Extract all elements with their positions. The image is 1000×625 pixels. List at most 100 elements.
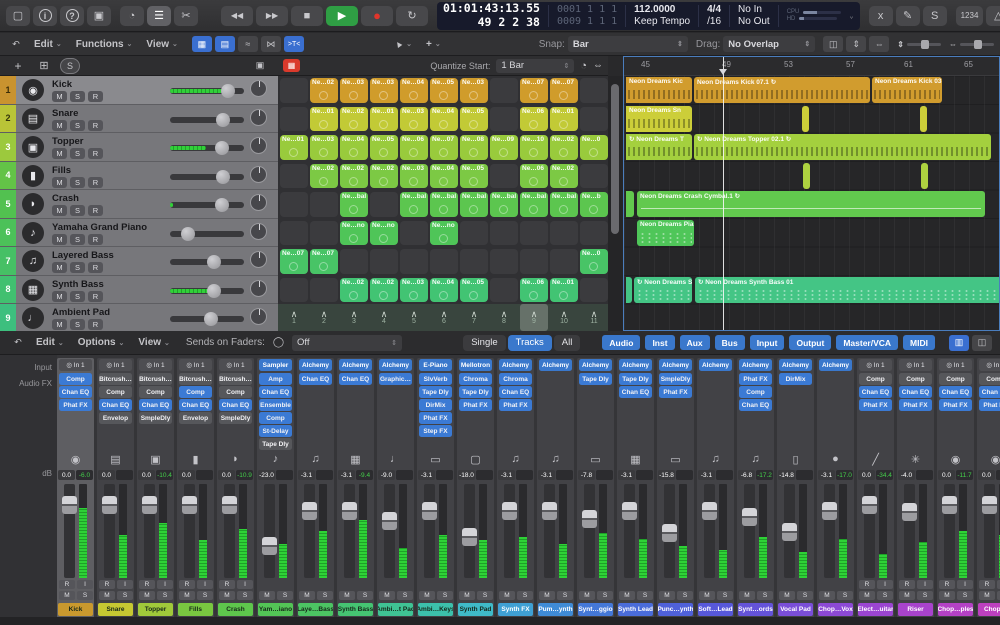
channel-name-plate[interactable]: Chop…Vox [818, 603, 853, 616]
inspector-icon[interactable]: i [33, 5, 57, 26]
track-pan-knob[interactable] [250, 108, 267, 126]
solo-button[interactable]: S [237, 591, 253, 600]
channel-name-plate[interactable]: Kick [58, 603, 93, 616]
track-header-fills[interactable]: 4 ▮ Fills M S R [0, 161, 278, 190]
sends-mode-menu[interactable]: Off ⇕ [292, 334, 403, 351]
fx-slot-dirmix[interactable]: DirMix [419, 399, 452, 411]
loop-cell[interactable]: Ne…05 [460, 106, 488, 131]
fx-slot-phat-fx[interactable]: Phat FX [899, 399, 932, 411]
secondary-tool-menu[interactable]: + ⌄ [426, 39, 441, 50]
fx-slot-tape-dly[interactable]: Tape Dly [459, 386, 492, 398]
m-button[interactable]: M [52, 119, 67, 131]
channel-name-plate[interactable]: Elect…uitar [858, 603, 893, 616]
channel-strip-chop-ples[interactable]: ◎ In 1 Comp Chan EQ Phat FX ◉ 0.0 -11.7 R I M S Cho… [937, 358, 974, 618]
empty-cell-slot[interactable] [580, 277, 608, 302]
fx-slot-chan-eq[interactable]: Chan EQ [179, 399, 212, 411]
m-button[interactable]: M [52, 205, 67, 216]
loop-cell[interactable]: Ne…01 [280, 135, 308, 160]
empty-cell-slot[interactable] [490, 277, 518, 302]
solo-button[interactable]: S [757, 591, 773, 600]
input-slot[interactable]: ◎ In 1 [939, 359, 972, 371]
empty-cell-slot[interactable] [280, 106, 308, 131]
filter-midi[interactable]: MIDI [903, 335, 935, 350]
loop-cell[interactable]: Ne…04 [430, 277, 458, 302]
solo-button[interactable]: S [557, 591, 573, 600]
mute-button[interactable]: M [939, 591, 955, 600]
solo-button[interactable]: S [117, 591, 133, 600]
loop-cell[interactable]: Ne…04 [430, 106, 458, 131]
r-button[interactable]: R [88, 91, 103, 102]
loop-cell[interactable]: Ne…03 [370, 78, 398, 103]
loop-cell[interactable]: Ne…09 [490, 135, 518, 160]
fader-lane[interactable] [302, 484, 317, 578]
input-monitor-button[interactable]: I [877, 580, 893, 589]
region-neon-dreams-crash-cymbal-1-[interactable]: Neon Dreams Crash Cymbal.1 ↻ [637, 191, 985, 217]
fx-slot-chan-eq[interactable]: Chan EQ [339, 373, 372, 385]
channel-name-plate[interactable]: Soft…Lead [698, 603, 733, 616]
solo-button[interactable]: S [157, 591, 173, 600]
quick-help-icon[interactable]: ? [60, 5, 84, 26]
mute-button[interactable]: M [419, 591, 435, 600]
track-volume-thumb[interactable] [180, 226, 195, 241]
solo-button[interactable]: S [277, 591, 293, 600]
fader-lane[interactable] [942, 484, 957, 578]
fader-db-value[interactable]: -7.8 [578, 470, 595, 480]
channel-strip-vocal-pad[interactable]: Alchemy DirMix ▯ -14.8 M S Vocal Pad [777, 358, 814, 618]
scene-trigger-6[interactable]: ∧ 6 [430, 304, 458, 331]
count-in-button[interactable]: 1234 [955, 5, 984, 26]
header-view-icon[interactable]: ▣ [250, 58, 270, 74]
loop-cell[interactable]: Ne…bal [550, 192, 578, 217]
fader-db-value[interactable]: -4.0 [898, 470, 915, 480]
fader-cap[interactable] [662, 524, 677, 543]
mute-button[interactable]: M [779, 591, 795, 600]
duplicate-track-button[interactable]: ⊞ [34, 58, 54, 74]
region-clip[interactable] [920, 105, 927, 132]
track-volume-thumb[interactable] [207, 255, 222, 269]
fader-lane[interactable] [342, 484, 357, 578]
fader-lane[interactable] [222, 484, 237, 578]
track-header-synth-bass[interactable]: 8 ▦ Synth Bass M S R [0, 275, 278, 304]
fader-db-value[interactable]: 0.0 [218, 470, 235, 480]
mute-button[interactable]: M [59, 591, 75, 600]
fader-db-value[interactable]: 0.0 [58, 470, 75, 480]
fx-slot-bitcrush-[interactable]: Bitcrush… [179, 373, 212, 385]
empty-cell-slot[interactable] [550, 220, 578, 245]
solo-button[interactable]: S [77, 591, 93, 600]
fader-cap[interactable] [382, 512, 397, 531]
fader-lane[interactable] [582, 484, 597, 578]
fx-slot-chan-eq[interactable]: Chan EQ [979, 386, 1000, 398]
scene-trigger-5[interactable]: ∧ 5 [400, 304, 428, 331]
mute-button[interactable]: M [539, 591, 555, 600]
empty-cell-slot[interactable] [520, 249, 548, 274]
track-volume-slider[interactable] [170, 112, 244, 127]
record-enable-button[interactable]: R [179, 580, 195, 589]
fader-lane[interactable] [862, 484, 877, 578]
solo-button[interactable]: S [637, 591, 653, 600]
solo-button[interactable]: S [717, 591, 733, 600]
fx-slot-smpledly[interactable]: SmpleDly [659, 373, 692, 385]
fx-slot-phat-fx[interactable]: Phat FX [739, 373, 772, 385]
fx-slot-chan-eq[interactable]: Chan EQ [299, 373, 332, 385]
track-pan-knob[interactable] [250, 279, 267, 297]
scene-trigger-3[interactable]: ∧ 3 [340, 304, 368, 331]
r-button[interactable]: R [88, 233, 103, 245]
track-volume-thumb[interactable] [216, 112, 231, 127]
mute-button[interactable]: M [859, 591, 875, 600]
channel-strip-kick[interactable]: ◎ In 1 Comp Chan EQ Phat FX ◉ 0.0 -6.0 R I M S Kick [57, 358, 94, 618]
track-header-kick[interactable]: 1 ◉ Kick M S R [0, 76, 278, 105]
filter-master-vca[interactable]: Master/VCA [836, 335, 899, 350]
fx-slot-phat-fx[interactable]: Phat FX [659, 386, 692, 398]
fader-cap[interactable] [902, 503, 917, 522]
loop-cell[interactable]: Ne…02 [370, 163, 398, 188]
fx-slot-comp[interactable]: Comp [939, 373, 972, 385]
loop-cell[interactable]: Ne…01 [310, 106, 338, 131]
loop-cell[interactable]: Ne…no [430, 220, 458, 245]
fader-cap[interactable] [62, 496, 77, 514]
track-pan-knob[interactable] [250, 222, 267, 240]
track-header-topper[interactable]: 3 ▣ Topper M S R [0, 133, 278, 162]
mute-button[interactable]: M [259, 591, 275, 600]
fader-lane[interactable] [662, 484, 677, 578]
track-volume-thumb[interactable] [220, 84, 235, 98]
scene-trigger-7[interactable]: ∧ 7 [460, 304, 488, 331]
channel-strip-chop-vox[interactable]: Alchemy ● -3.1 -17.0 M S Chop…Vox [817, 358, 854, 618]
